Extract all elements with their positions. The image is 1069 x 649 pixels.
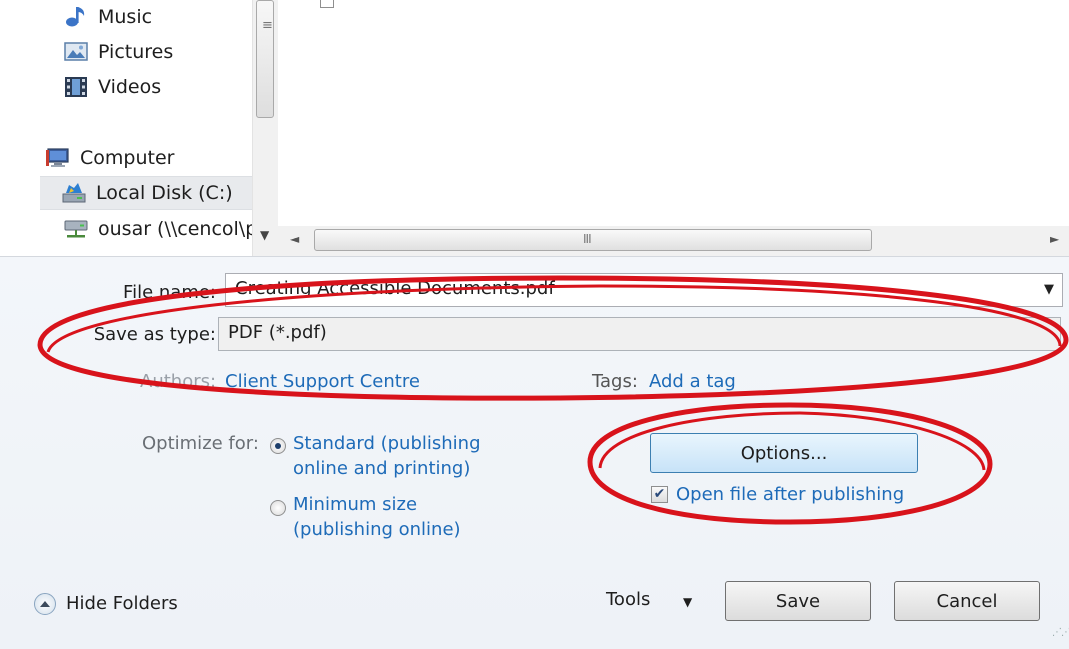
tools-chevron-down-icon[interactable]: ▼ [683,595,692,609]
resize-grip-icon[interactable]: ⋰⋰ [1052,627,1069,638]
scroll-left-arrow-icon[interactable]: ◄ [290,232,299,246]
authors-label: Authors: [140,371,217,392]
local-disk-icon [62,183,86,203]
nav-item-label: Pictures [98,41,174,63]
checkmark-icon: ✔ [653,486,666,502]
file-list[interactable] [278,0,1069,226]
nav-item-label: Computer [80,147,175,169]
optimize-for-label: Optimize for: [142,433,259,454]
hide-folders-chevron-up-icon[interactable] [34,593,56,615]
authors-value[interactable]: Client Support Centre [225,371,420,392]
file-list-horizontal-scrollbar[interactable]: ◄ III ► [278,226,1069,256]
options-button[interactable]: Options... [650,433,918,473]
nav-item-label: Local Disk (C:) [96,182,233,204]
option-line: Minimum size [293,494,418,515]
radio-minimum-size[interactable] [270,500,286,516]
radio-standard[interactable] [270,438,286,454]
cancel-button[interactable]: Cancel [894,581,1040,621]
horizontal-scrollbar-thumb[interactable]: III [314,229,872,251]
save-as-type-label: Save as type: [93,324,216,345]
tools-menu[interactable]: Tools [606,589,650,610]
hide-folders-label[interactable]: Hide Folders [66,593,178,614]
nav-item-pictures[interactable]: Pictures [64,35,173,69]
videos-icon [65,77,87,97]
nav-item-music[interactable]: Music [64,0,152,34]
option-line: (publishing online) [293,519,461,540]
save-button[interactable]: Save [725,581,871,621]
nav-item-computer[interactable]: Computer [46,141,174,175]
computer-icon [46,148,69,167]
nav-item-label: ousar (\\cencol\p [98,218,258,240]
file-name-label: File name: [123,282,216,303]
item-checkbox[interactable] [320,0,334,8]
nav-item-local-disk[interactable]: Local Disk (C:) [40,176,252,210]
chevron-down-icon[interactable]: ▼ [1044,282,1054,297]
navigation-scrollbar[interactable]: ≡ ▼ [252,0,278,256]
scroll-grip-icon: III [583,232,592,246]
scroll-grip-icon: ≡ [262,18,273,33]
nav-item-network-drive[interactable]: ousar (\\cencol\p [64,212,257,246]
save-as-type-select[interactable]: PDF (*.pdf) [218,317,1061,351]
open-after-publishing-label[interactable]: Open file after publishing [676,482,904,507]
scroll-right-arrow-icon[interactable]: ► [1050,232,1059,246]
music-icon [66,7,85,27]
save-as-type-value: PDF (*.pdf) [228,322,327,343]
nav-item-label: Music [98,6,153,28]
save-dialog-form: File name: Creating Accessible Documents… [0,256,1069,649]
network-drive-icon [64,220,88,238]
option-line: online and printing) [293,458,471,479]
tags-value[interactable]: Add a tag [649,371,736,392]
tags-label: Tags: [592,371,638,392]
file-name-input[interactable]: Creating Accessible Documents.pdf ▼ [225,273,1063,307]
nav-item-videos[interactable]: Videos [64,70,161,104]
navigation-scrollbar-thumb[interactable]: ≡ [256,0,274,118]
navigation-pane: Music Pictures Videos Computer Local Dis… [0,0,278,256]
pictures-icon [64,42,88,61]
scroll-down-arrow-icon[interactable]: ▼ [260,228,269,242]
option-standard-text[interactable]: Standard (publishing online and printing… [293,431,481,481]
option-line: Standard (publishing [293,433,481,454]
nav-item-label: Videos [98,76,162,98]
open-after-publishing-checkbox[interactable]: ✔ [651,486,668,503]
file-name-value: Creating Accessible Documents.pdf [235,278,555,299]
option-minimum-text[interactable]: Minimum size (publishing online) [293,492,461,542]
